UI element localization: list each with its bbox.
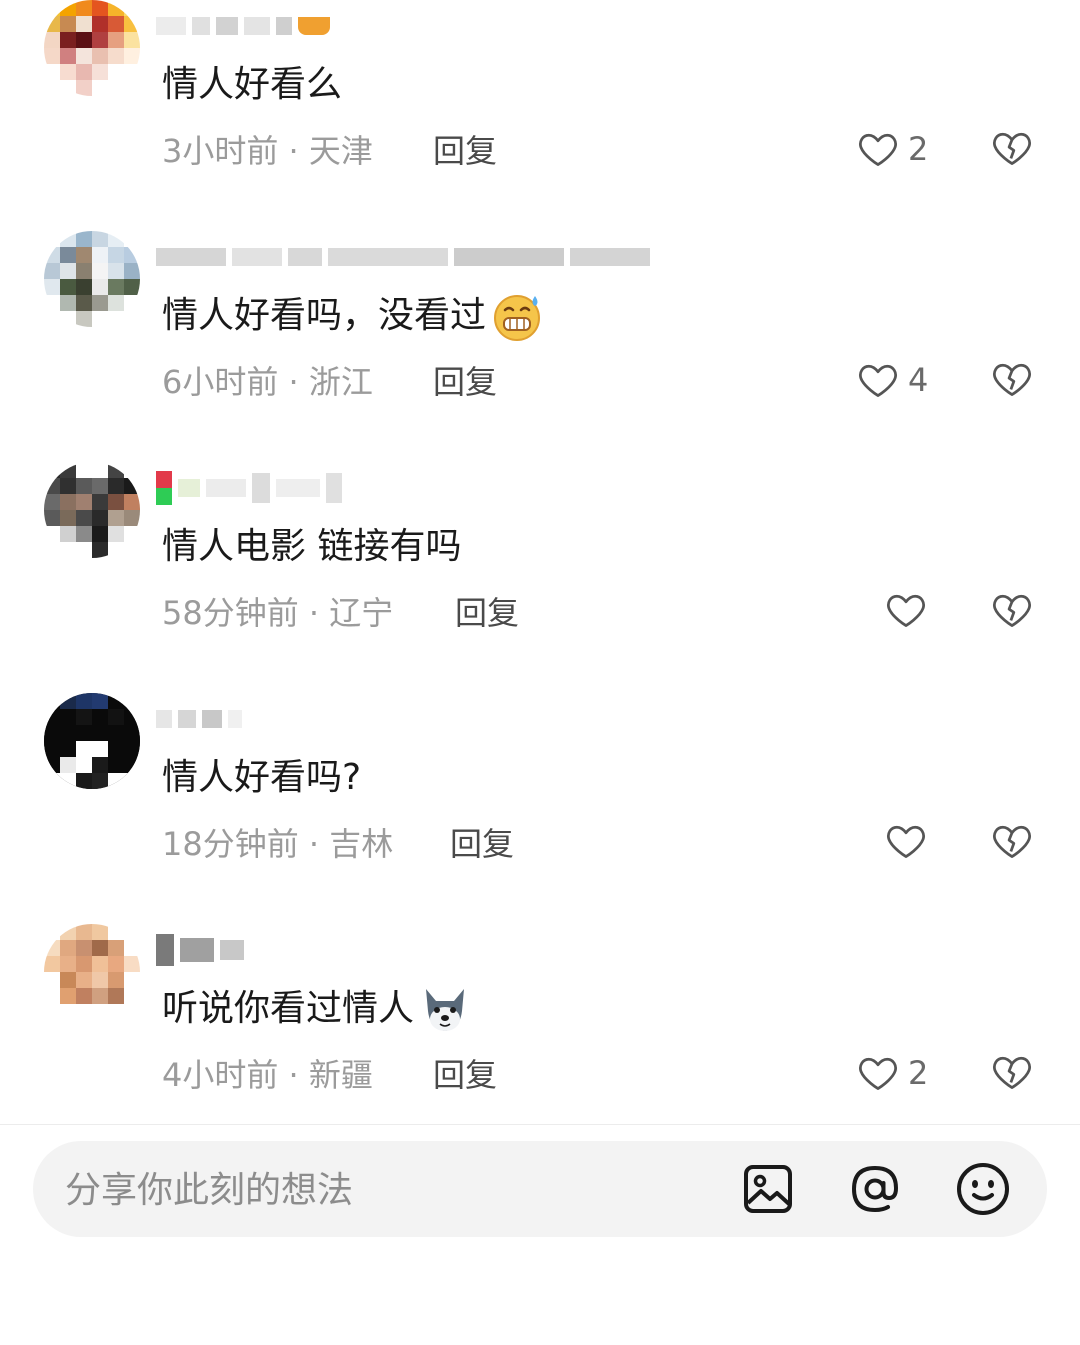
comment-meta: 6小时前 · 浙江 [162, 363, 373, 401]
heart-outline-icon [887, 594, 925, 627]
broken-heart-icon [993, 132, 1031, 165]
dislike-button[interactable] [990, 819, 1034, 867]
reply-button[interactable]: 回复 [433, 128, 497, 174]
like-count: 4 [908, 361, 929, 399]
comment-text: 听说你看过情人 [162, 984, 472, 1035]
mention-button[interactable] [847, 1161, 903, 1217]
comment-meta: 3小时前 · 天津 [162, 132, 373, 170]
image-button[interactable] [740, 1161, 796, 1217]
broken-heart-icon [993, 363, 1031, 396]
like-count: 2 [908, 1054, 929, 1092]
avatar[interactable] [44, 231, 140, 327]
dislike-button[interactable] [990, 1050, 1034, 1098]
like-button[interactable]: 2 [856, 1050, 928, 1096]
divider [0, 1124, 1080, 1125]
comment-meta: 4小时前 · 新疆 [162, 1056, 373, 1094]
reply-button[interactable]: 回复 [455, 590, 519, 636]
grinning-sweat-emoji-icon [494, 295, 541, 341]
heart-outline-icon [859, 1057, 897, 1090]
username-blurred[interactable] [156, 934, 244, 966]
image-icon [744, 1165, 792, 1213]
comment-item: 情人好看吗? 18分钟前 · 吉林 回复 [0, 693, 1080, 924]
reply-button[interactable]: 回复 [450, 821, 514, 867]
smiley-icon [957, 1163, 1009, 1215]
dislike-button[interactable] [990, 126, 1034, 174]
broken-heart-icon [993, 1056, 1031, 1089]
comment-text: 情人电影 链接有吗 [162, 526, 462, 567]
heart-outline-icon [887, 825, 925, 858]
husky-dog-emoji-icon [426, 989, 465, 1031]
reply-button[interactable]: 回复 [433, 359, 497, 405]
comment-item: 听说你看过情人 4小时前 · 新疆 回复 2 [0, 924, 1080, 1155]
comment-input[interactable] [63, 1155, 707, 1225]
reply-button[interactable]: 回复 [433, 1052, 497, 1098]
username-blurred[interactable] [156, 245, 650, 269]
comment-item: 情人电影 链接有吗 58分钟前 · 辽宁 回复 [0, 462, 1080, 693]
username-blurred[interactable] [156, 14, 330, 38]
emoji-button[interactable] [955, 1161, 1011, 1217]
username-blurred[interactable] [156, 471, 342, 505]
broken-heart-icon [993, 825, 1031, 858]
comment-text: 情人好看么 [162, 64, 343, 105]
broken-heart-icon [993, 594, 1031, 627]
like-button[interactable] [884, 819, 936, 863]
username-blurred[interactable] [156, 707, 242, 731]
comment-meta: 58分钟前 · 辽宁 [162, 594, 394, 632]
comment-item: 情人好看么 3小时前 · 天津 回复 2 [0, 0, 1080, 231]
like-button[interactable]: 2 [856, 126, 928, 172]
dislike-button[interactable] [990, 357, 1034, 405]
like-count: 2 [908, 130, 929, 168]
comment-input-bar [33, 1141, 1047, 1237]
comment-text: 情人好看吗? [162, 757, 362, 798]
comment-item: 情人好看吗，没看过 6小时前 · 浙江 回复 4 [0, 231, 1080, 462]
avatar[interactable] [44, 924, 140, 1020]
dislike-button[interactable] [990, 588, 1034, 636]
heart-outline-icon [859, 133, 897, 166]
comment-meta: 18分钟前 · 吉林 [162, 825, 394, 863]
at-icon [851, 1165, 899, 1213]
like-button[interactable]: 4 [856, 357, 928, 403]
comment-text: 情人好看吗，没看过 [162, 291, 544, 342]
heart-outline-icon [859, 364, 897, 397]
avatar[interactable] [44, 693, 140, 789]
avatar[interactable] [44, 0, 140, 96]
like-button[interactable] [884, 588, 936, 632]
avatar[interactable] [44, 462, 140, 558]
